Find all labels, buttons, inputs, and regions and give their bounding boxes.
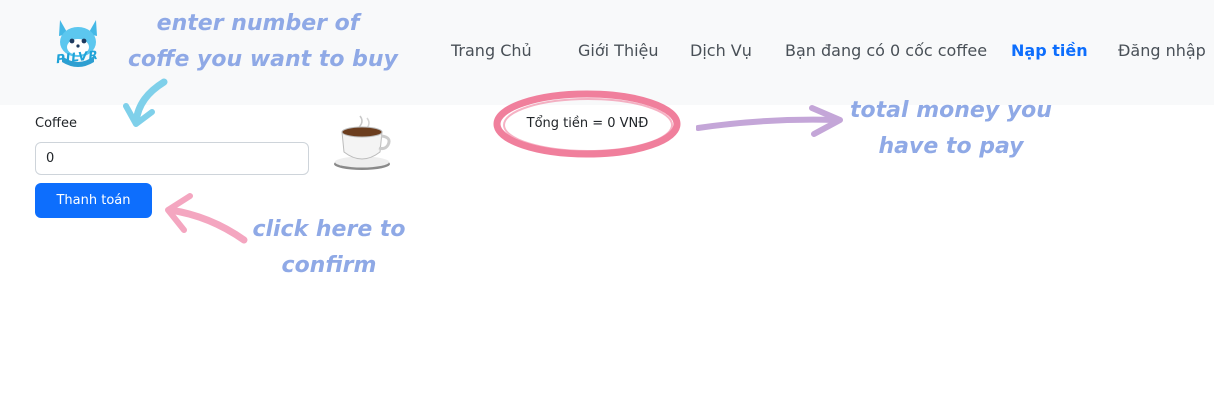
total-amount-text: Tổng tiền = 0 VNĐ xyxy=(526,116,649,131)
arrow-right-purple-icon xyxy=(696,105,843,137)
nav-services[interactable]: Dịch Vụ xyxy=(690,41,752,60)
coffee-quantity-input[interactable] xyxy=(35,142,309,175)
annotation-enter-quantity: enter number of coffe you want to buy xyxy=(128,6,398,78)
annotation-enter-line1: enter number of xyxy=(156,11,360,36)
annotation-confirm: click here to confirm xyxy=(244,212,414,284)
arrow-left-pink-icon xyxy=(165,193,248,244)
nav-top-up[interactable]: Nạp tiền xyxy=(1011,41,1088,60)
nav-coffee-count[interactable]: Bạn đang có 0 cốc coffee xyxy=(785,41,987,60)
nav-about[interactable]: Giới Thiệu xyxy=(578,41,659,60)
coffee-cup-icon xyxy=(334,115,391,170)
arrow-down-blue-icon xyxy=(123,78,168,127)
nav-login[interactable]: Đăng nhập xyxy=(1118,41,1206,60)
total-amount-panel: Tổng tiền = 0 VNĐ xyxy=(490,88,685,160)
coffee-label: Coffee xyxy=(35,116,77,131)
annotation-total-line1: total money you xyxy=(850,98,1052,123)
annotation-total: total money you have to pay xyxy=(848,93,1054,165)
annotation-confirm-line2: confirm xyxy=(281,253,377,278)
annotation-enter-line2: coffe you want to buy xyxy=(128,47,398,72)
annotation-total-line2: have to pay xyxy=(878,134,1024,159)
pay-button[interactable]: Thanh toán xyxy=(35,183,152,218)
annotation-confirm-line1: click here to xyxy=(252,217,406,242)
nav-home[interactable]: Trang Chủ xyxy=(451,41,532,60)
